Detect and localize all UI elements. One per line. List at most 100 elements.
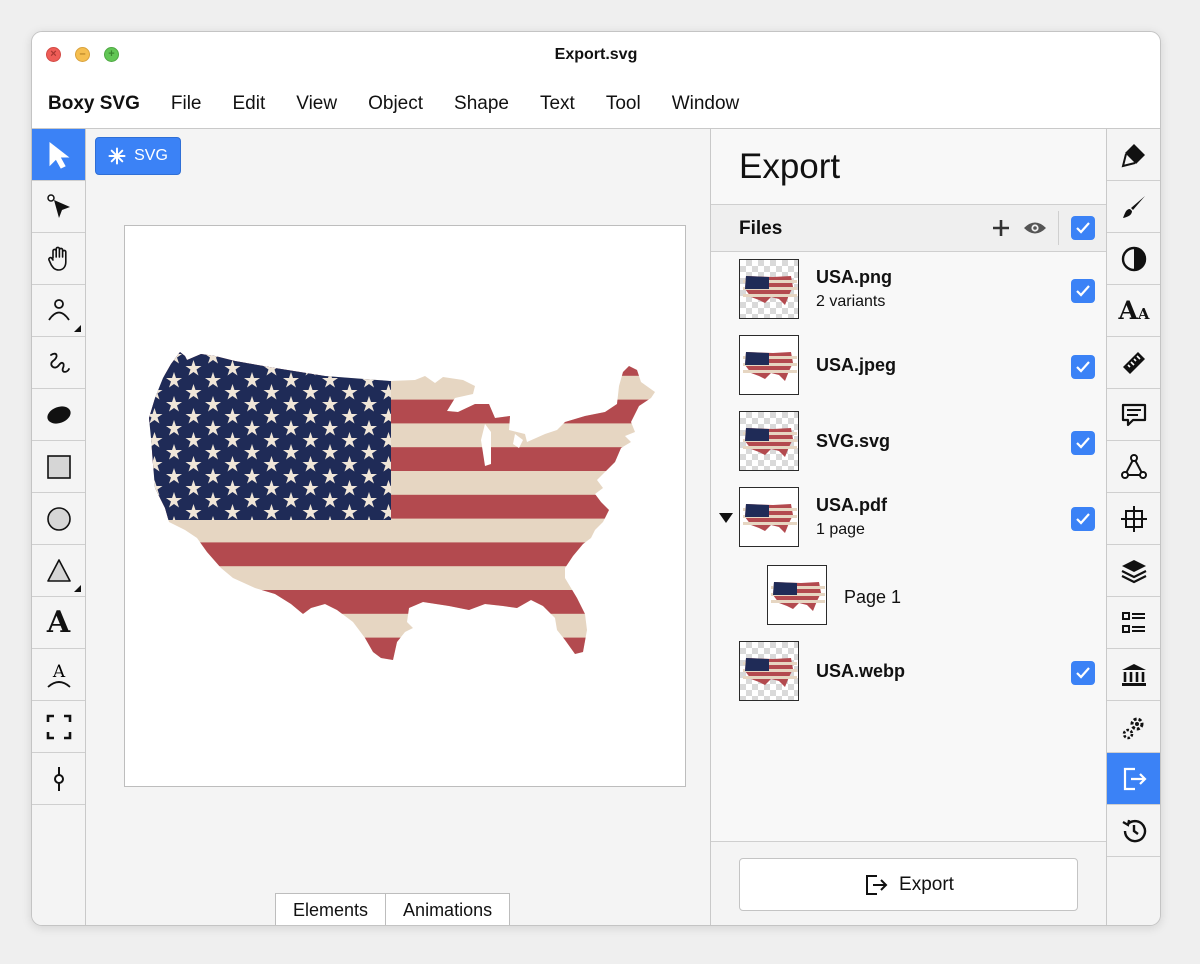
tab-elements[interactable]: Elements: [275, 893, 387, 925]
export-icon: [1123, 767, 1147, 790]
header-separator: [1058, 211, 1059, 245]
menu-text[interactable]: Text: [540, 93, 575, 115]
gradient-handle-icon: [53, 766, 64, 791]
crosshair-grid-icon: [1121, 505, 1147, 532]
files-label: Files: [739, 218, 783, 239]
list-icon: [1122, 611, 1145, 633]
file-checkbox-jpeg[interactable]: [1071, 355, 1095, 379]
menu-edit[interactable]: Edit: [233, 93, 266, 115]
svg-root-badge[interactable]: SVG: [95, 137, 181, 175]
tab-animations[interactable]: Animations: [386, 893, 511, 925]
file-checkbox-webp[interactable]: [1071, 661, 1095, 685]
crop-tool-button[interactable]: [32, 701, 85, 753]
file-row-webp[interactable]: USA.webp: [711, 637, 1106, 707]
menu-tool[interactable]: Tool: [606, 93, 641, 115]
file-name: USA.pdf: [816, 495, 887, 515]
contrast-icon: [1121, 246, 1147, 271]
file-row-svg[interactable]: SVG.svg: [711, 407, 1106, 477]
menu-file[interactable]: File: [171, 93, 202, 115]
typography-panel-button[interactable]: AA: [1107, 285, 1160, 337]
fill-panel-button[interactable]: [1107, 129, 1160, 181]
file-thumbnail: [739, 641, 799, 701]
ellipse-filled-tool-button[interactable]: [32, 389, 85, 441]
triangle-tool-button[interactable]: [32, 545, 85, 597]
objects-panel-button[interactable]: [1107, 597, 1160, 649]
checkmark-icon: [1076, 667, 1090, 679]
export-button-label: Export: [899, 873, 954, 895]
usa-flag-map[interactable]: [125, 226, 685, 786]
hand-icon: [47, 246, 67, 271]
app-window: × – + Export.svg Boxy SVG File Edit View…: [31, 31, 1161, 926]
window-title: Export.svg: [554, 46, 638, 63]
compositing-panel-button[interactable]: [1107, 233, 1160, 285]
pen-tool-button[interactable]: [32, 285, 85, 337]
comment-icon: [1121, 403, 1147, 426]
arrangement-panel-button[interactable]: [1107, 493, 1160, 545]
edit-tool-button[interactable]: [32, 181, 85, 233]
file-row-jpeg[interactable]: USA.jpeg: [711, 331, 1106, 401]
preview-button[interactable]: [1023, 216, 1047, 240]
stroke-panel-button[interactable]: [1107, 181, 1160, 233]
export-button[interactable]: Export: [739, 858, 1078, 911]
file-checkbox-pdf[interactable]: [1071, 507, 1095, 531]
menu-window[interactable]: Window: [672, 93, 740, 115]
pdf-page-row[interactable]: Page 1: [711, 561, 1106, 631]
nodes-panel-button[interactable]: [1107, 441, 1160, 493]
add-file-button[interactable]: [989, 216, 1013, 240]
menu-shape[interactable]: Shape: [454, 93, 509, 115]
file-name: USA.webp: [816, 661, 906, 681]
canvas-area[interactable]: SVG Elements Animations: [86, 129, 710, 925]
tool-options-corner: [74, 325, 81, 332]
export-panel-button[interactable]: [1107, 753, 1160, 805]
geometry-panel-button[interactable]: [1107, 337, 1160, 389]
select-all-checkbox[interactable]: [1071, 216, 1095, 240]
file-name: SVG.svg: [816, 431, 891, 451]
checkmark-icon: [1076, 361, 1090, 373]
letter-a-icon: A: [46, 605, 71, 640]
menu-app-name[interactable]: Boxy SVG: [48, 93, 140, 115]
pan-tool-button[interactable]: [32, 233, 85, 285]
circle-tool-button[interactable]: [32, 493, 85, 545]
panels-toolbar: AA: [1107, 129, 1160, 925]
defs-panel-button[interactable]: [1107, 701, 1160, 753]
file-row-png[interactable]: USA.png 2 variants: [711, 255, 1106, 325]
asterisk-icon: [108, 147, 126, 165]
checkmark-icon: [1076, 437, 1090, 449]
arrow-cursor-icon: [49, 141, 69, 169]
layers-panel-button[interactable]: [1107, 545, 1160, 597]
comments-panel-button[interactable]: [1107, 389, 1160, 441]
menu-object[interactable]: Object: [368, 93, 423, 115]
file-thumbnail: [739, 335, 799, 395]
text-on-path-tool-button[interactable]: A: [32, 649, 85, 701]
file-row-pdf[interactable]: USA.pdf 1 page: [711, 483, 1106, 553]
tools-toolbar: A A: [32, 129, 86, 925]
usa-flag-thumb: [771, 582, 825, 611]
history-icon: [1122, 819, 1147, 842]
square-icon: [46, 454, 71, 479]
file-name: USA.png: [816, 267, 892, 287]
file-name: USA.jpeg: [816, 355, 897, 375]
layers-icon: [1121, 559, 1147, 583]
text-tool-button[interactable]: A: [32, 597, 85, 649]
circle-icon: [46, 506, 71, 531]
artboard[interactable]: [124, 225, 686, 787]
usa-flag-thumb: [743, 504, 797, 533]
checkmark-icon: [1076, 285, 1090, 297]
menu-view[interactable]: View: [296, 93, 337, 115]
library-icon: [1122, 663, 1146, 686]
export-footer: Export: [711, 841, 1106, 925]
rectangle-tool-button[interactable]: [32, 441, 85, 493]
text-path-icon: A: [46, 662, 71, 688]
freehand-tool-button[interactable]: [32, 337, 85, 389]
file-thumbnail: [739, 487, 799, 547]
file-checkbox-svg[interactable]: [1071, 431, 1095, 455]
history-panel-button[interactable]: [1107, 805, 1160, 857]
triangle-icon: [46, 558, 71, 582]
file-checkbox-png[interactable]: [1071, 279, 1095, 303]
gradient-tool-button[interactable]: [32, 753, 85, 805]
page-thumbnail: [767, 565, 827, 625]
library-panel-button[interactable]: [1107, 649, 1160, 701]
file-variants: 2 variants: [816, 293, 886, 310]
select-tool-button[interactable]: [32, 129, 85, 181]
disclosure-triangle-icon[interactable]: [719, 513, 733, 523]
